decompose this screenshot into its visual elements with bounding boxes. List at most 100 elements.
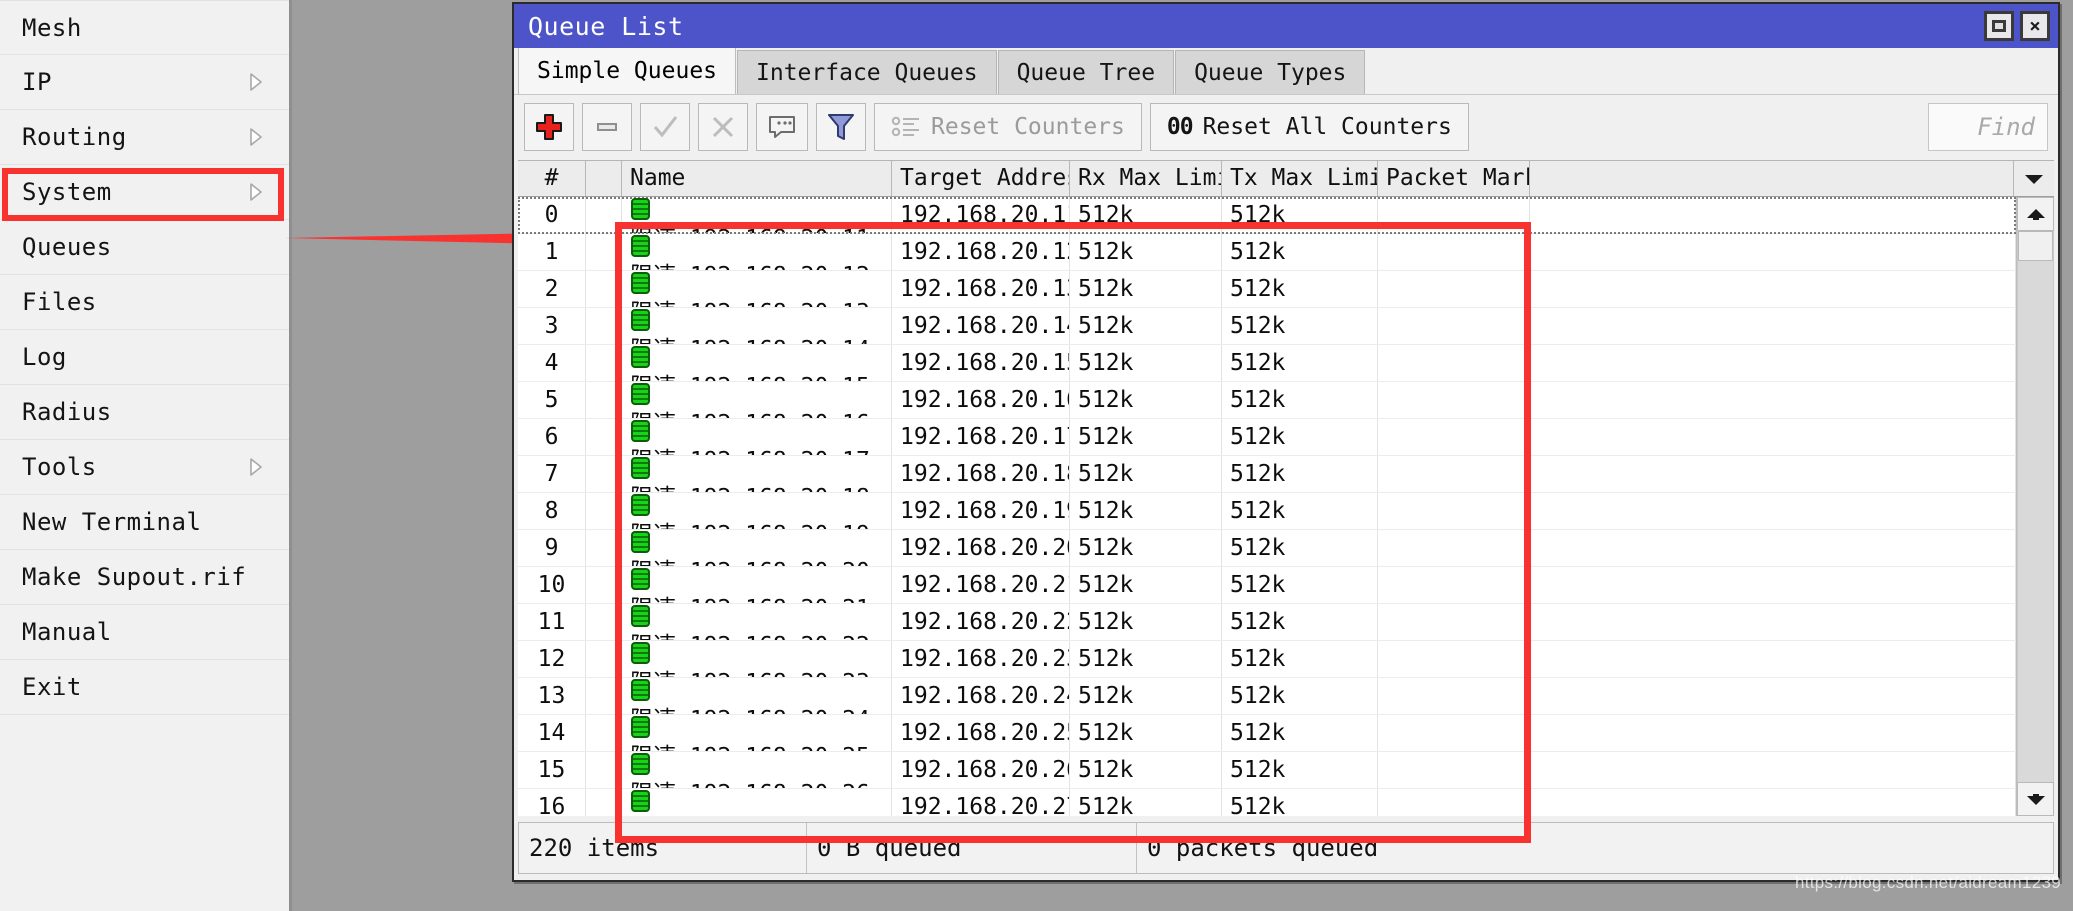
column-header-flags[interactable] bbox=[586, 161, 622, 196]
table-row[interactable]: 9限速-192.168.20.20192.168.20.20512k512k bbox=[518, 530, 2016, 567]
sidebar-item-queues[interactable]: Queues bbox=[0, 220, 289, 275]
cell-flags bbox=[586, 308, 622, 344]
cell-tx-max-limit: 512k bbox=[1222, 604, 1378, 640]
column-header-target-address[interactable]: Target Address bbox=[892, 161, 1070, 196]
submenu-arrow-icon bbox=[249, 127, 263, 147]
cell-index: 7 bbox=[518, 456, 586, 492]
table-row[interactable]: 11限速-192.168.20.22192.168.20.22512k512k bbox=[518, 604, 2016, 641]
cell-target-address: 192.168.20.18 bbox=[892, 456, 1070, 492]
list-icon bbox=[891, 116, 919, 137]
queue-icon bbox=[631, 679, 650, 701]
cell-packet-marks bbox=[1378, 308, 1530, 344]
sidebar-item-mesh[interactable]: Mesh bbox=[0, 0, 289, 55]
sidebar-item-ip[interactable]: IP bbox=[0, 55, 289, 110]
cell-tx-max-limit: 512k bbox=[1222, 308, 1378, 344]
cell-packet-marks bbox=[1378, 345, 1530, 381]
queue-name-text: 限速-192.168.20.15 bbox=[630, 374, 870, 382]
table-row[interactable]: 16限速-192.168.20.27192.168.20.27512k512k bbox=[518, 789, 2016, 816]
scrollbar-thumb[interactable] bbox=[2018, 231, 2053, 261]
cell-spacer bbox=[1530, 345, 2016, 381]
reset-counters-button[interactable]: Reset Counters bbox=[874, 103, 1142, 151]
tab-interface-queues[interactable]: Interface Queues bbox=[737, 50, 997, 94]
table-row[interactable]: 1限速-192.168.20.12192.168.20.12512k512k bbox=[518, 234, 2016, 271]
sidebar-item-exit[interactable]: Exit bbox=[0, 660, 289, 715]
table-row[interactable]: 10限速-192.168.20.21192.168.20.21512k512k bbox=[518, 567, 2016, 604]
cell-spacer bbox=[1530, 567, 2016, 603]
column-header-rx-max-limit[interactable]: Rx Max Limit bbox=[1070, 161, 1222, 196]
table-row[interactable]: 8限速-192.168.20.19192.168.20.19512k512k bbox=[518, 493, 2016, 530]
table-row[interactable]: 4限速-192.168.20.15192.168.20.15512k512k bbox=[518, 345, 2016, 382]
cell-rx-max-limit: 512k bbox=[1070, 456, 1222, 492]
tab-queue-tree[interactable]: Queue Tree bbox=[997, 50, 1175, 94]
cell-packet-marks bbox=[1378, 382, 1530, 418]
cell-packet-marks bbox=[1378, 752, 1530, 788]
column-chooser-button[interactable] bbox=[2014, 161, 2054, 196]
tab-queue-types[interactable]: Queue Types bbox=[1175, 50, 1366, 94]
scrollbar-track[interactable] bbox=[2017, 231, 2054, 782]
cell-flags bbox=[586, 789, 622, 816]
comment-button[interactable] bbox=[756, 103, 808, 151]
cell-flags bbox=[586, 197, 622, 233]
cell-spacer bbox=[1530, 382, 2016, 418]
cell-rx-max-limit: 512k bbox=[1070, 678, 1222, 714]
sidebar-item-manual[interactable]: Manual bbox=[0, 605, 289, 660]
table-row[interactable]: 2限速-192.168.20.13192.168.20.13512k512k bbox=[518, 271, 2016, 308]
cell-name: 限速-192.168.20.19 bbox=[622, 493, 892, 529]
enable-button[interactable] bbox=[640, 103, 690, 151]
maximize-button[interactable] bbox=[1984, 11, 2014, 41]
cell-name: 限速-192.168.20.22 bbox=[622, 604, 892, 640]
remove-button[interactable] bbox=[582, 103, 632, 151]
status-bytes-queued: 0 B queued bbox=[807, 823, 1137, 873]
column-header-index[interactable]: # bbox=[518, 161, 586, 196]
table-row[interactable]: 5限速-192.168.20.16192.168.20.16512k512k bbox=[518, 382, 2016, 419]
cell-name: 限速-192.168.20.12 bbox=[622, 234, 892, 270]
disable-button[interactable] bbox=[698, 103, 748, 151]
cell-tx-max-limit: 512k bbox=[1222, 345, 1378, 381]
table-row[interactable]: 15限速-192.168.20.26192.168.20.26512k512k bbox=[518, 752, 2016, 789]
sidebar-item-routing[interactable]: Routing bbox=[0, 110, 289, 165]
sidebar-item-label: Queues bbox=[22, 233, 112, 261]
sidebar-item-tools[interactable]: Tools bbox=[0, 440, 289, 495]
scroll-down-button[interactable] bbox=[2017, 782, 2054, 816]
reset-all-counters-button[interactable]: 00 Reset All Counters bbox=[1149, 103, 1469, 151]
table-row[interactable]: 3限速-192.168.20.14192.168.20.14512k512k bbox=[518, 308, 2016, 345]
cell-name: 限速-192.168.20.24 bbox=[622, 678, 892, 714]
find-input[interactable]: Find bbox=[1928, 103, 2048, 151]
cell-flags bbox=[586, 345, 622, 381]
table-row[interactable]: 12限速-192.168.20.23192.168.20.23512k512k bbox=[518, 641, 2016, 678]
cell-tx-max-limit: 512k bbox=[1222, 752, 1378, 788]
cell-index: 6 bbox=[518, 419, 586, 455]
cell-tx-max-limit: 512k bbox=[1222, 419, 1378, 455]
table-row[interactable]: 13限速-192.168.20.24192.168.20.24512k512k bbox=[518, 678, 2016, 715]
vertical-scrollbar[interactable] bbox=[2016, 197, 2054, 816]
cell-target-address: 192.168.20.25 bbox=[892, 715, 1070, 751]
sidebar-item-radius[interactable]: Radius bbox=[0, 385, 289, 440]
sidebar-item-new-terminal[interactable]: New Terminal bbox=[0, 495, 289, 550]
table-row[interactable]: 14限速-192.168.20.25192.168.20.25512k512k bbox=[518, 715, 2016, 752]
cell-packet-marks bbox=[1378, 567, 1530, 603]
table-row[interactable]: 6限速-192.168.20.17192.168.20.17512k512k bbox=[518, 419, 2016, 456]
tab-simple-queues[interactable]: Simple Queues bbox=[518, 47, 737, 94]
column-header-tx-max-limit[interactable]: Tx Max Limit bbox=[1222, 161, 1378, 196]
submenu-arrow-icon bbox=[249, 182, 263, 202]
window-titlebar[interactable]: Queue List × bbox=[514, 4, 2058, 48]
add-button[interactable] bbox=[524, 103, 574, 151]
cell-packet-marks bbox=[1378, 678, 1530, 714]
table-row[interactable]: 7限速-192.168.20.18192.168.20.18512k512k bbox=[518, 456, 2016, 493]
sidebar-item-system[interactable]: System bbox=[0, 165, 289, 220]
cell-rx-max-limit: 512k bbox=[1070, 382, 1222, 418]
column-header-packet-marks[interactable]: Packet Marks bbox=[1378, 161, 1530, 196]
cell-index: 12 bbox=[518, 641, 586, 677]
sidebar-item-log[interactable]: Log bbox=[0, 330, 289, 385]
filter-button[interactable] bbox=[816, 103, 866, 151]
cell-packet-marks bbox=[1378, 197, 1530, 233]
close-button[interactable]: × bbox=[2020, 11, 2050, 41]
column-header-name[interactable]: Name bbox=[622, 161, 892, 196]
status-items-count: 220 items bbox=[519, 823, 807, 873]
scroll-up-button[interactable] bbox=[2017, 197, 2054, 231]
queue-name-text: 限速-192.168.20.13 bbox=[630, 300, 870, 308]
funnel-icon bbox=[828, 114, 854, 140]
sidebar-item-make-supout-rif[interactable]: Make Supout.rif bbox=[0, 550, 289, 605]
table-row[interactable]: 0限速-192.168.20.11192.168.20.11512k512k bbox=[518, 197, 2016, 234]
sidebar-item-files[interactable]: Files bbox=[0, 275, 289, 330]
